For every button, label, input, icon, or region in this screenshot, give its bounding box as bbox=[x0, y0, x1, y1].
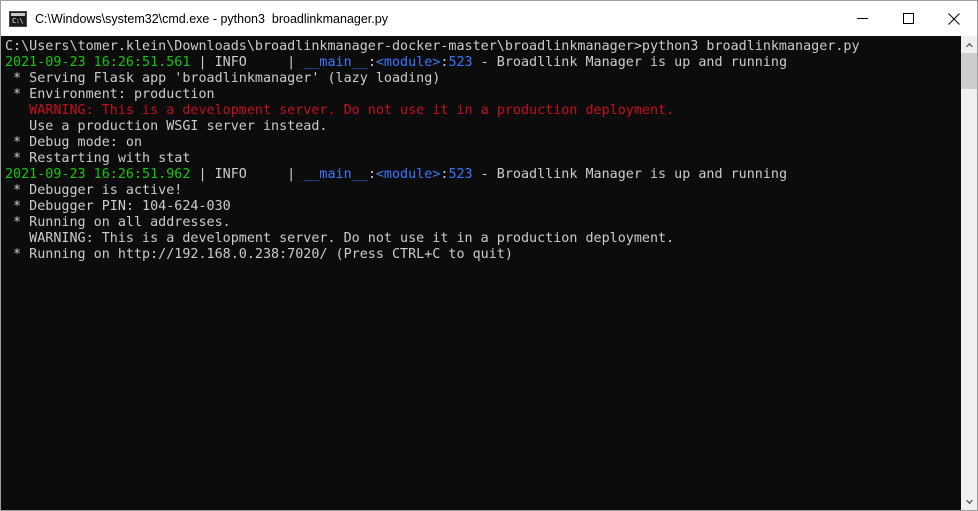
terminal-line-warning-dev-server-2: WARNING: This is a development server. D… bbox=[5, 231, 960, 247]
scrollbar-thumb[interactable] bbox=[961, 53, 977, 89]
terminal-line-running-all-addresses: * Running on all addresses. bbox=[5, 215, 960, 231]
window-controls bbox=[839, 1, 977, 36]
terminal-text-segment: * Debugger PIN: 104-624-030 bbox=[5, 199, 231, 214]
terminal-text-segment: | bbox=[190, 167, 215, 182]
terminal-text-segment: - Broadllink Manager is up and running bbox=[472, 55, 788, 70]
terminal-text-segment: C:\Users\tomer.klein\Downloads\broadlink… bbox=[5, 39, 860, 54]
window-title: C:\Windows\system32\cmd.exe - python3 br… bbox=[35, 11, 388, 26]
terminal-line-log-info-2: 2021-09-23 16:26:51.962 | INFO | __main_… bbox=[5, 167, 960, 183]
terminal-text-segment: * Running on all addresses. bbox=[5, 215, 231, 230]
terminal-text-segment: WARNING: This is a development server. D… bbox=[5, 103, 675, 118]
terminal-line-debug-mode: * Debug mode: on bbox=[5, 135, 960, 151]
terminal-output[interactable]: C:\Users\tomer.klein\Downloads\broadlink… bbox=[1, 36, 960, 510]
terminal-text-segment: 523 bbox=[448, 55, 473, 70]
terminal-line-prompt-command: C:\Users\tomer.klein\Downloads\broadlink… bbox=[5, 39, 960, 55]
terminal-text-segment: INFO bbox=[214, 167, 247, 182]
cmd-console-icon: C:\ bbox=[9, 10, 27, 27]
terminal-text-segment: * Restarting with stat bbox=[5, 151, 191, 166]
terminal-text-segment: __main__ bbox=[303, 167, 368, 182]
terminal-text-segment: __main__ bbox=[303, 55, 368, 70]
terminal-line-log-info-1: 2021-09-23 16:26:51.561 | INFO | __main_… bbox=[5, 55, 960, 71]
terminal-text-segment: Use a production WSGI server instead. bbox=[5, 119, 328, 134]
scroll-up-arrow-icon[interactable] bbox=[961, 36, 977, 53]
terminal-text-segment: 2021-09-23 16:26:51.962 bbox=[5, 167, 191, 182]
scroll-down-arrow-icon[interactable] bbox=[961, 493, 977, 510]
scrollbar-track[interactable] bbox=[961, 53, 977, 493]
cmd-icon-prompt-text: C:\ bbox=[12, 16, 24, 25]
terminal-text-segment: | bbox=[190, 55, 215, 70]
cmd-icon-titlebar-stripe bbox=[11, 12, 25, 16]
terminal-text-segment: | bbox=[246, 167, 304, 182]
close-button[interactable] bbox=[931, 1, 977, 36]
terminal-text-segment: - Broadllink Manager is up and running bbox=[472, 167, 788, 182]
terminal-text-segment: WARNING: This is a development server. D… bbox=[5, 231, 675, 246]
terminal-text-segment: * Debug mode: on bbox=[5, 135, 143, 150]
terminal-line-running-on-url: * Running on http://192.168.0.238:7020/ … bbox=[5, 247, 960, 263]
cmd-window: C:\ C:\Windows\system32\cmd.exe - python… bbox=[0, 0, 978, 511]
terminal-text-segment: <module> bbox=[375, 167, 441, 182]
terminal-line-warning-dev-server-1: WARNING: This is a development server. D… bbox=[5, 103, 960, 119]
terminal-line-debugger-pin: * Debugger PIN: 104-624-030 bbox=[5, 199, 960, 215]
terminal-line-serving-flask-app: * Serving Flask app 'broadlinkmanager' (… bbox=[5, 71, 960, 87]
terminal-line-debugger-active: * Debugger is active! bbox=[5, 183, 960, 199]
terminal-text-segment: * Serving Flask app 'broadlinkmanager' (… bbox=[5, 71, 441, 86]
terminal-text-segment: * Debugger is active! bbox=[5, 183, 183, 198]
terminal-text-segment: 2021-09-23 16:26:51.561 bbox=[5, 55, 191, 70]
console-body: C:\Users\tomer.klein\Downloads\broadlink… bbox=[0, 36, 978, 511]
terminal-text-segment: : bbox=[367, 55, 376, 70]
terminal-line-use-wsgi-server: Use a production WSGI server instead. bbox=[5, 119, 960, 135]
terminal-text-segment: : bbox=[367, 167, 376, 182]
vertical-scrollbar[interactable] bbox=[960, 36, 977, 510]
terminal-text-segment: INFO bbox=[214, 55, 247, 70]
terminal-text-segment: * Environment: production bbox=[5, 87, 215, 102]
terminal-text-segment: 523 bbox=[448, 167, 473, 182]
minimize-button[interactable] bbox=[839, 1, 885, 36]
terminal-line-environment: * Environment: production bbox=[5, 87, 960, 103]
terminal-text-segment: | bbox=[246, 55, 304, 70]
title-bar[interactable]: C:\ C:\Windows\system32\cmd.exe - python… bbox=[0, 0, 978, 36]
maximize-button[interactable] bbox=[885, 1, 931, 36]
terminal-text-segment: <module> bbox=[375, 55, 441, 70]
terminal-text-segment: * Running on http://192.168.0.238:7020/ … bbox=[5, 247, 513, 262]
terminal-line-restarting-with-stat: * Restarting with stat bbox=[5, 151, 960, 167]
